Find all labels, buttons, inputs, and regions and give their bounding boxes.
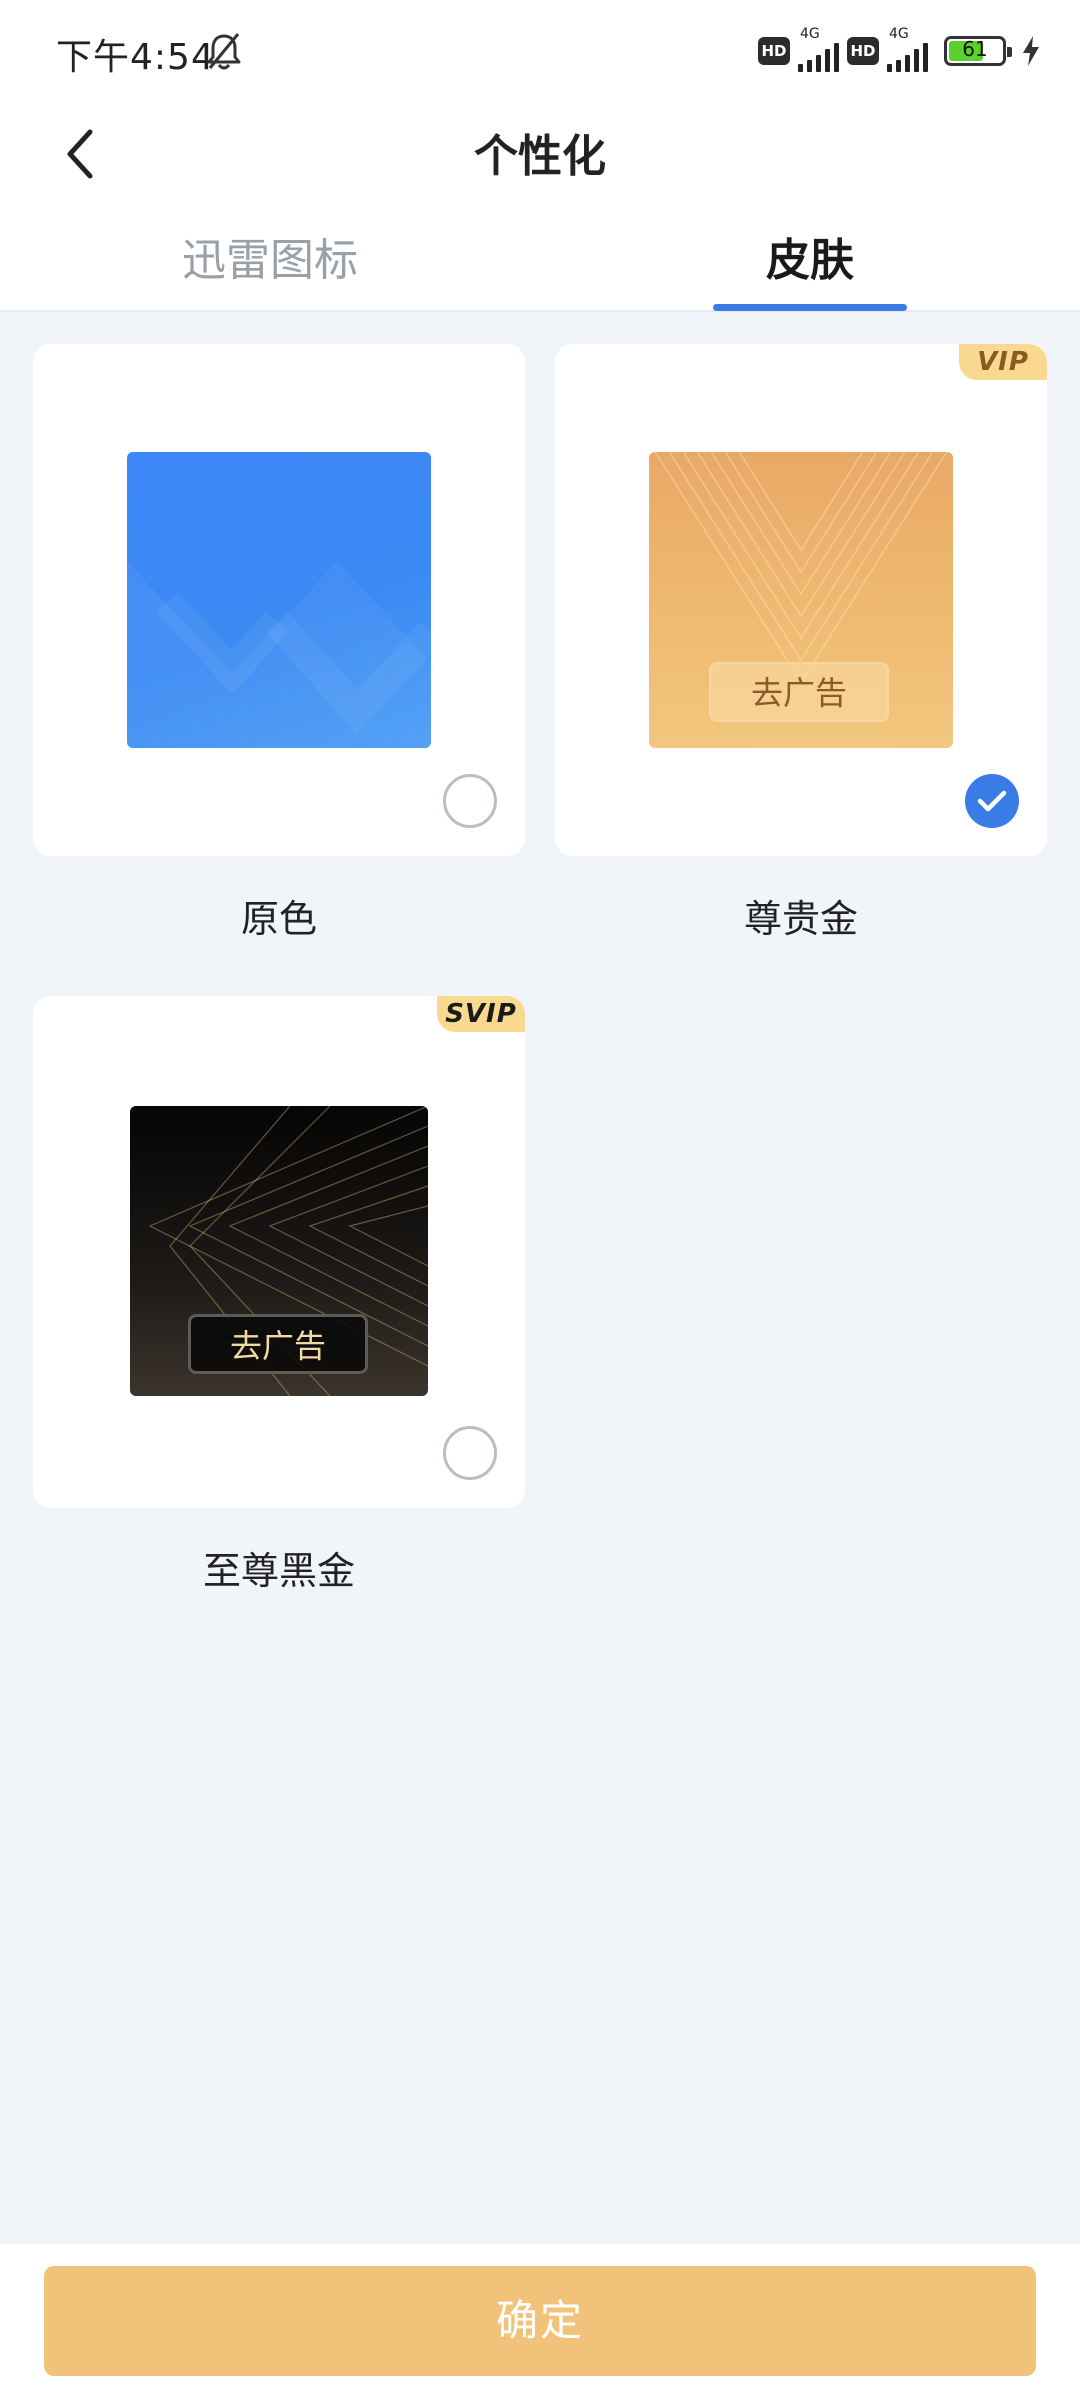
select-radio[interactable] xyxy=(443,1426,497,1480)
skin-card-black-gold[interactable]: SVIP 去广告 xyxy=(33,996,525,1508)
personalization-page: 下午4:54 HD 4G HD 4G 61 个性化 迅雷图标 皮肤 原色 VIP… xyxy=(0,0,1080,2400)
active-tab-indicator xyxy=(713,304,907,311)
remove-ads-chip: 去广告 xyxy=(188,1314,368,1374)
chevron-pattern xyxy=(127,562,431,748)
skin-card-gold[interactable]: VIP 去广告 xyxy=(555,344,1047,856)
bell-muted-icon xyxy=(207,33,241,70)
select-radio-checked[interactable] xyxy=(965,774,1019,828)
signal-bars-icon xyxy=(798,42,839,72)
svip-badge: SVIP xyxy=(437,996,525,1032)
status-bar: 下午4:54 HD 4G HD 4G 61 xyxy=(0,0,1080,96)
charging-bolt-icon xyxy=(1023,36,1039,66)
remove-ads-chip: 去广告 xyxy=(709,662,889,722)
battery-percent: 61 xyxy=(962,37,988,61)
page-title: 个性化 xyxy=(474,131,606,182)
vip-badge: VIP xyxy=(959,344,1047,380)
skin-preview-original xyxy=(127,452,431,748)
hd-badge: HD xyxy=(847,37,879,65)
battery-icon: 61 xyxy=(944,36,1012,66)
signal-group-1: 4G xyxy=(798,26,839,72)
skin-name: 原色 xyxy=(240,897,317,941)
skin-preview-black-gold: 去广告 xyxy=(130,1106,428,1396)
tab-xunlei-icons[interactable]: 迅雷图标 xyxy=(140,216,400,312)
app-header: 个性化 xyxy=(0,96,1080,216)
hd-badge: HD xyxy=(758,37,790,65)
signal-group-2: 4G xyxy=(887,26,928,72)
signal-bars-icon xyxy=(887,42,928,72)
skin-name: 尊贵金 xyxy=(743,897,858,941)
tab-bar: 迅雷图标 皮肤 xyxy=(0,216,1080,312)
status-indicators: HD 4G HD 4G 61 xyxy=(758,26,1042,72)
network-type-label: 4G xyxy=(889,26,909,42)
tab-skins[interactable]: 皮肤 xyxy=(680,216,940,312)
checkmark-icon xyxy=(977,790,1007,812)
skin-preview-gold: 去广告 xyxy=(649,452,953,748)
confirm-button[interactable]: 确定 xyxy=(44,2266,1036,2376)
network-type-label: 4G xyxy=(800,26,820,42)
footer-bar: 确定 xyxy=(0,2244,1080,2400)
skin-name: 至尊黑金 xyxy=(202,1549,355,1593)
select-radio[interactable] xyxy=(443,774,497,828)
status-time: 下午4:54 xyxy=(56,37,215,78)
skin-card-original[interactable] xyxy=(33,344,525,856)
